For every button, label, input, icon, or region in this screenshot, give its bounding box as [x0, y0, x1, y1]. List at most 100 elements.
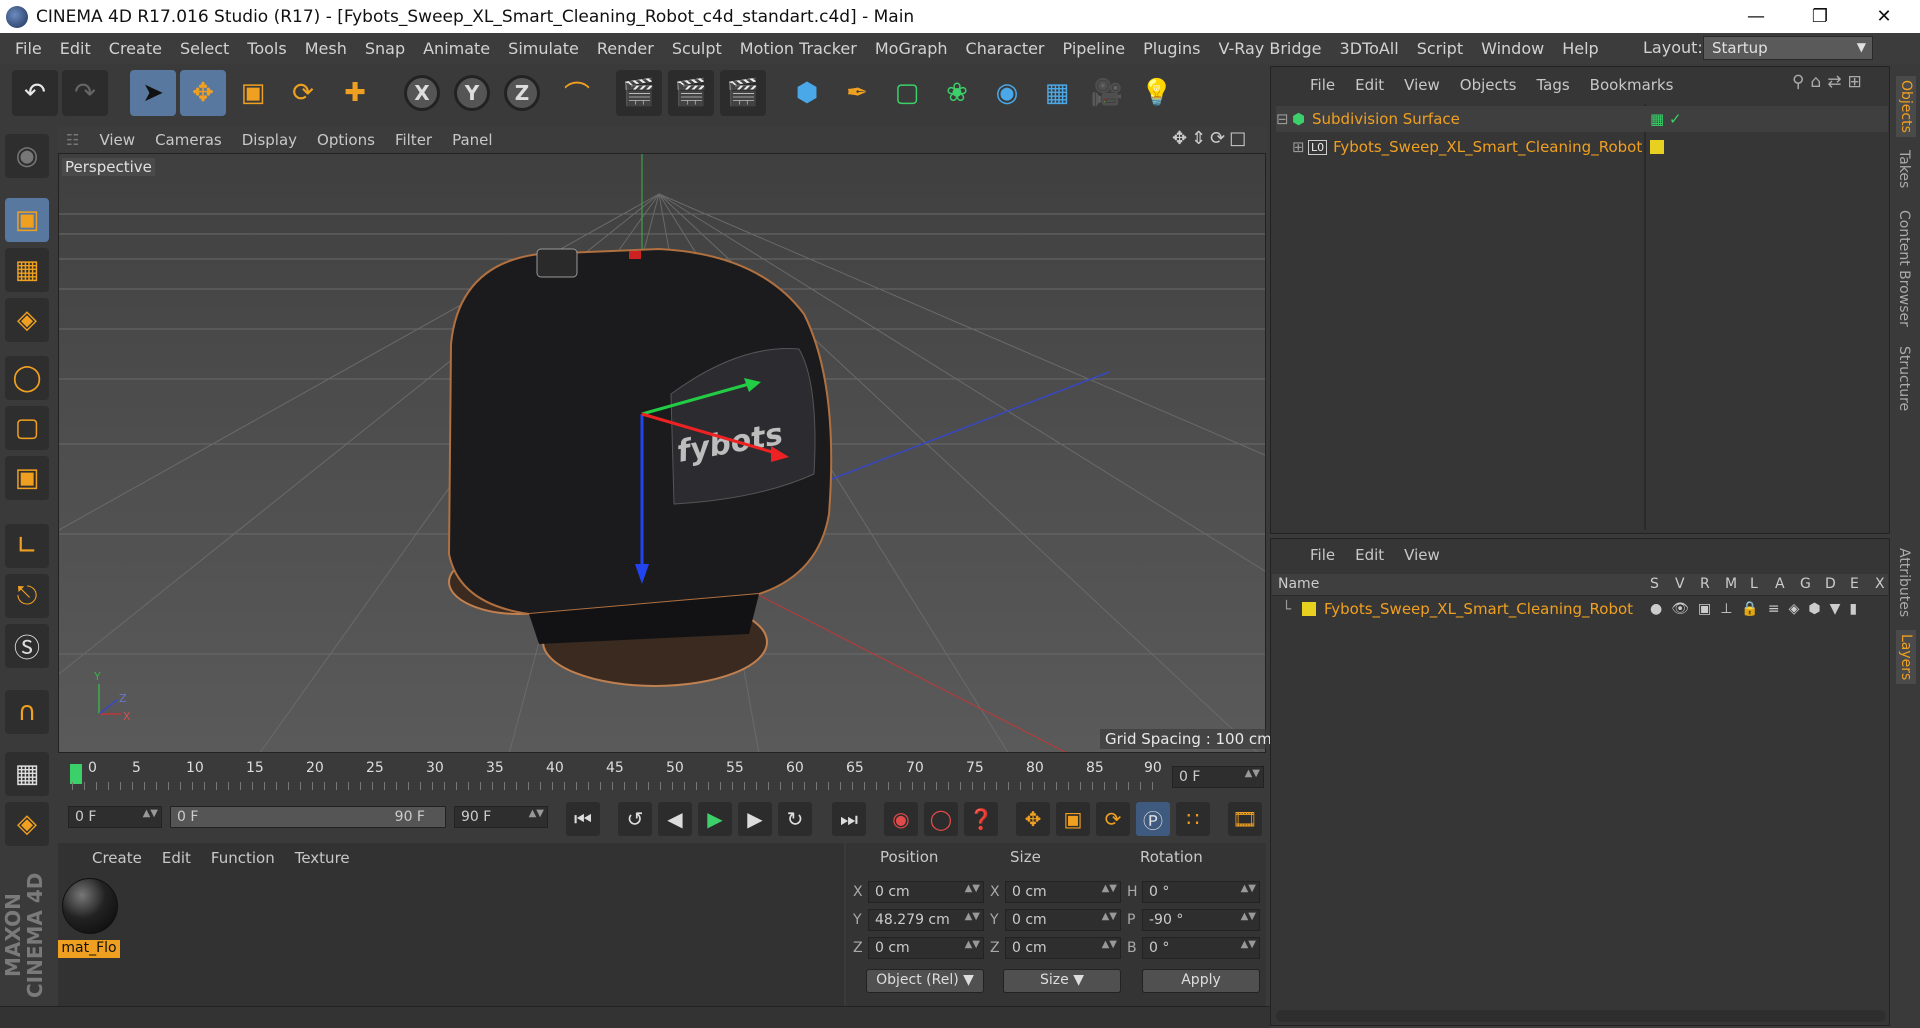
om-tool-icons[interactable]: ⚲⌂⇄⊞: [1792, 72, 1868, 92]
workplane-button[interactable]: ◈: [5, 298, 49, 342]
om-menu-edit[interactable]: Edit: [1345, 76, 1394, 94]
rotate-tool-button[interactable]: ⟳: [280, 70, 326, 116]
om-menu-objects[interactable]: Objects: [1450, 76, 1527, 94]
live-selection-button[interactable]: ➤: [130, 70, 176, 116]
material-menu-texture[interactable]: Texture: [285, 849, 360, 867]
col-header[interactable]: L: [1750, 576, 1758, 592]
light-button[interactable]: 💡: [1134, 70, 1180, 116]
menu-mograph[interactable]: MoGraph: [866, 39, 957, 58]
rotation-h-field[interactable]: 0 ° ▲▼: [1142, 881, 1260, 903]
size-z-field[interactable]: 0 cm ▲▼: [1005, 937, 1121, 959]
material-menu-create[interactable]: Create: [82, 849, 152, 867]
polygons-mode-button[interactable]: ▣: [5, 456, 49, 500]
rotation-b-field[interactable]: 0 ° ▲▼: [1142, 937, 1260, 959]
col-header[interactable]: E: [1850, 576, 1859, 592]
position-x-field[interactable]: 0 cm ▲▼: [868, 881, 984, 903]
menu-sculpt[interactable]: Sculpt: [663, 39, 731, 58]
transform-tool-button[interactable]: ✚: [332, 70, 378, 116]
coordinate-system-button[interactable]: ⌒: [554, 70, 600, 116]
minimize-button[interactable]: —: [1728, 0, 1784, 33]
camera-button[interactable]: 🎥: [1084, 70, 1130, 116]
undo-button[interactable]: ↶: [12, 70, 58, 116]
planar-workplane-button[interactable]: ◈: [5, 802, 49, 846]
menu-select[interactable]: Select: [171, 39, 238, 58]
om-menu-file[interactable]: File: [1300, 76, 1345, 94]
om-menu-bookmarks[interactable]: Bookmarks: [1580, 76, 1684, 94]
frame-range-slider[interactable]: 0 F 90 F: [170, 806, 446, 828]
keyframe-selection-button[interactable]: ❓: [964, 802, 998, 836]
viewport-menu-panel[interactable]: Panel: [442, 131, 502, 149]
subdivision-button[interactable]: ▢: [884, 70, 930, 116]
axis-y-button[interactable]: Y: [454, 75, 490, 111]
texture-mode-button[interactable]: ▦: [5, 248, 49, 292]
cube-button[interactable]: ⬢: [784, 70, 830, 116]
tweak-mode-button[interactable]: ⎋: [5, 574, 49, 618]
layer-color-swatch[interactable]: [1302, 602, 1316, 616]
pen-tool-button[interactable]: ✒: [834, 70, 880, 116]
viewport-menu-options[interactable]: Options: [307, 131, 385, 149]
key-parameter-button[interactable]: Ⓟ: [1136, 802, 1170, 836]
cloner-button[interactable]: ❀: [934, 70, 980, 116]
material-thumbnail[interactable]: [62, 878, 118, 934]
deformer-button[interactable]: ◉: [984, 70, 1030, 116]
menu-vray-bridge[interactable]: V-Ray Bridge: [1209, 39, 1330, 58]
floor-button[interactable]: ▦: [1034, 70, 1080, 116]
axis-z-button[interactable]: Z: [504, 75, 540, 111]
menu-snap[interactable]: Snap: [356, 39, 414, 58]
key-rotation-button[interactable]: ⟳: [1096, 802, 1130, 836]
layout-select[interactable]: Startup ▼: [1703, 36, 1873, 60]
perspective-viewport[interactable]: fybots Y Z X: [58, 153, 1266, 753]
tree-row-subdivision[interactable]: ⊟ ⬢ Subdivision Surface ▦ ✓: [1276, 106, 1888, 132]
tab-structure[interactable]: Structure: [1896, 346, 1912, 411]
col-header[interactable]: M: [1725, 576, 1737, 592]
next-frame-button[interactable]: ▶: [738, 802, 772, 836]
menu-render[interactable]: Render: [588, 39, 663, 58]
current-frame-field[interactable]: 0 F ▲▼: [1172, 766, 1264, 788]
go-to-end-button[interactable]: ⏭: [832, 802, 866, 836]
size-y-field[interactable]: 0 cm ▲▼: [1005, 909, 1121, 931]
axis-x-button[interactable]: X: [404, 75, 440, 111]
key-point-level-button[interactable]: ∷: [1176, 802, 1210, 836]
close-button[interactable]: ✕: [1856, 0, 1912, 33]
menu-file[interactable]: File: [6, 39, 51, 58]
redo-button[interactable]: ↷: [62, 70, 108, 116]
layer-color-icon[interactable]: [1650, 140, 1664, 154]
tab-layers[interactable]: Layers: [1896, 630, 1916, 685]
next-key-button[interactable]: ↻: [778, 802, 812, 836]
material-menu-edit[interactable]: Edit: [152, 849, 201, 867]
lock-workplane-button[interactable]: ▦: [5, 752, 49, 796]
size-mode-select[interactable]: Size ▼: [1003, 969, 1121, 993]
restore-button[interactable]: ❐: [1792, 0, 1848, 33]
menu-pipeline[interactable]: Pipeline: [1054, 39, 1135, 58]
viewport-menu-view[interactable]: View: [89, 131, 145, 149]
lm-menu-view[interactable]: View: [1394, 546, 1450, 564]
apply-button[interactable]: Apply: [1142, 969, 1260, 993]
tab-attributes[interactable]: Attributes: [1896, 548, 1912, 617]
tree-row-robot[interactable]: ⊞ L0 Fybots_Sweep_XL_Smart_Cleaning_Robo…: [1292, 134, 1888, 160]
timeline-window-button[interactable]: 🎞: [1228, 802, 1262, 836]
axis-mode-button[interactable]: ∟: [5, 524, 49, 568]
viewport-menu-filter[interactable]: Filter: [385, 131, 442, 149]
rotation-p-field[interactable]: -90 ° ▲▼: [1142, 909, 1260, 931]
size-x-field[interactable]: 0 cm ▲▼: [1005, 881, 1121, 903]
solo-button[interactable]: Ⓢ: [5, 624, 49, 668]
viewport-menu-cameras[interactable]: Cameras: [145, 131, 232, 149]
play-button[interactable]: ▶: [698, 802, 732, 836]
position-z-field[interactable]: 0 cm ▲▼: [868, 937, 984, 959]
viewport-nav-icons[interactable]: ✥⇕⟳□: [1172, 128, 1250, 149]
key-scale-button[interactable]: ▣: [1056, 802, 1090, 836]
col-header[interactable]: X: [1875, 576, 1885, 592]
render-picture-viewer-button[interactable]: 🎬: [668, 70, 714, 116]
previous-key-button[interactable]: ↺: [618, 802, 652, 836]
tab-objects[interactable]: Objects: [1896, 76, 1916, 137]
snap-button[interactable]: ∩: [5, 690, 49, 734]
col-header[interactable]: D: [1825, 576, 1836, 592]
lm-menu-edit[interactable]: Edit: [1345, 546, 1394, 564]
scale-tool-button[interactable]: ▣: [230, 70, 276, 116]
menu-plugins[interactable]: Plugins: [1134, 39, 1209, 58]
record-button[interactable]: ◉: [884, 802, 918, 836]
viewport-menu-display[interactable]: Display: [232, 131, 307, 149]
col-header[interactable]: G: [1800, 576, 1811, 592]
menu-3dtoall[interactable]: 3DToAll: [1331, 39, 1408, 58]
col-header[interactable]: S: [1650, 576, 1659, 592]
